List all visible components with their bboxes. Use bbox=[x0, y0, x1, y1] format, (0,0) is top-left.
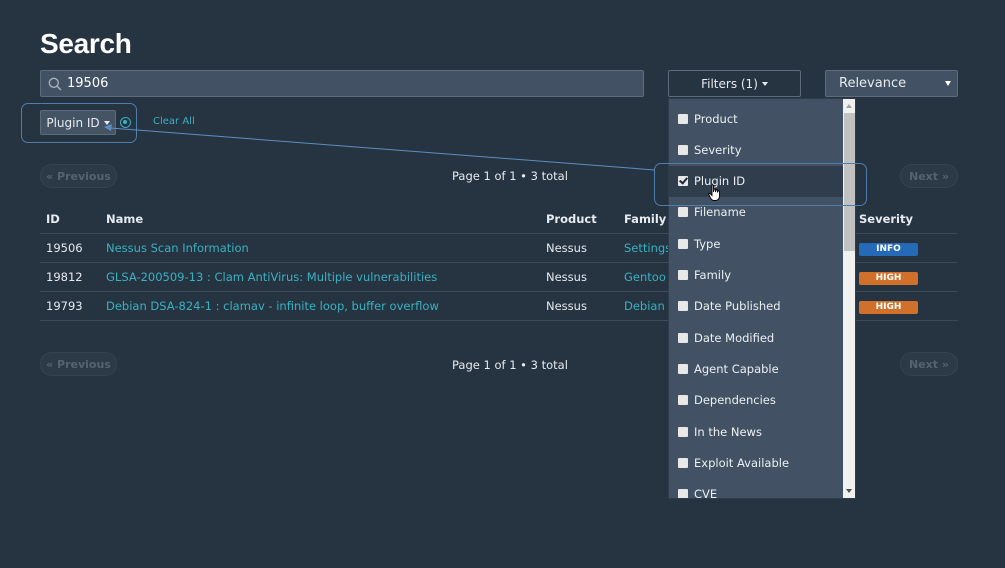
cell-severity: HIGH bbox=[853, 291, 958, 321]
filter-option-family[interactable]: Family bbox=[669, 260, 843, 291]
cell-id: 19793 bbox=[40, 291, 100, 321]
filter-option-label: Agent Capable bbox=[694, 361, 779, 376]
clear-all-link[interactable]: Clear All bbox=[153, 116, 195, 127]
filter-option-cve[interactable]: CVE bbox=[669, 479, 843, 499]
scroll-up-icon[interactable] bbox=[846, 104, 852, 108]
filter-option-date-published[interactable]: Date Published bbox=[669, 291, 843, 322]
filter-option-product[interactable]: Product bbox=[669, 103, 843, 134]
filter-checkbox[interactable] bbox=[678, 238, 688, 249]
filter-checkbox[interactable] bbox=[678, 457, 688, 468]
filter-option-label: Date Modified bbox=[694, 330, 775, 345]
filter-checkbox[interactable] bbox=[678, 207, 688, 218]
filter-option-date-modified[interactable]: Date Modified bbox=[669, 322, 843, 353]
chevron-down-icon bbox=[761, 81, 768, 86]
scroll-down-icon[interactable] bbox=[846, 489, 852, 493]
cell-id: 19506 bbox=[40, 233, 100, 263]
column-header-severity[interactable]: Severity bbox=[853, 205, 958, 234]
filter-menu-scrollbar[interactable] bbox=[843, 99, 855, 498]
page-info-bottom: Page 1 of 1 • 3 total bbox=[452, 358, 568, 372]
filter-checkbox[interactable] bbox=[678, 332, 688, 343]
cell-product: Nessus bbox=[540, 233, 618, 263]
page-info-top: Page 1 of 1 • 3 total bbox=[452, 169, 568, 183]
severity-badge: HIGH bbox=[859, 271, 918, 285]
filter-option-agent-capable[interactable]: Agent Capable bbox=[669, 353, 843, 384]
cell-product: Nessus bbox=[540, 262, 618, 292]
search-icon bbox=[48, 77, 62, 91]
filter-option-label: Date Published bbox=[694, 299, 781, 314]
filter-option-label: Severity bbox=[694, 142, 742, 157]
filter-checkbox[interactable] bbox=[678, 270, 688, 280]
hand-cursor-icon bbox=[708, 184, 722, 205]
annotation-line bbox=[109, 127, 656, 171]
filter-option-type[interactable]: Type bbox=[669, 228, 843, 259]
dropdown-arrow-icon bbox=[945, 81, 951, 86]
filter-option-label: Family bbox=[694, 268, 732, 282]
cell-name-link[interactable]: Nessus Scan Information bbox=[100, 233, 540, 263]
filter-option-dependencies[interactable]: Dependencies bbox=[669, 385, 843, 416]
cell-product: Nessus bbox=[540, 291, 618, 321]
filter-option-in-the-news[interactable]: In the News bbox=[669, 416, 843, 447]
page-title: Search bbox=[40, 28, 132, 59]
severity-badge: HIGH bbox=[859, 300, 918, 314]
active-filter-chip[interactable]: Plugin ID bbox=[40, 110, 116, 135]
filter-checkbox[interactable] bbox=[678, 113, 688, 124]
active-filter-label: Plugin ID bbox=[46, 115, 100, 130]
filter-option-label: Dependencies bbox=[694, 393, 776, 408]
remove-filter-icon[interactable] bbox=[120, 117, 131, 128]
filter-option-label: In the News bbox=[694, 424, 762, 439]
filter-option-label: CVE bbox=[694, 487, 718, 499]
column-header-id[interactable]: ID bbox=[40, 205, 100, 234]
search-input[interactable] bbox=[67, 76, 627, 91]
cell-severity: INFO bbox=[853, 233, 958, 263]
next-button-bottom[interactable]: Next » bbox=[900, 352, 958, 376]
filter-checkbox[interactable] bbox=[678, 363, 688, 374]
cell-name-link[interactable]: GLSA-200509-13 : Clam AntiVirus: Multipl… bbox=[100, 262, 540, 292]
filter-option-label: Filename bbox=[694, 205, 746, 220]
chevron-down-icon bbox=[103, 120, 110, 125]
cell-name-link[interactable]: Debian DSA-824-1 : clamav - infinite loo… bbox=[100, 291, 540, 321]
filter-option-exploit-available[interactable]: Exploit Available bbox=[669, 447, 843, 478]
column-header-product[interactable]: Product bbox=[540, 205, 618, 234]
cell-id: 19812 bbox=[40, 262, 100, 292]
filter-menu: Product Severity Plugin ID Filename Type Fami… bbox=[668, 98, 856, 499]
filter-option-plugin-id[interactable]: Plugin ID bbox=[669, 165, 843, 197]
filter-checkbox[interactable] bbox=[678, 144, 688, 155]
filter-checkbox[interactable] bbox=[678, 489, 688, 498]
filters-button-label: Filters (1) bbox=[701, 76, 758, 91]
filter-checkbox[interactable] bbox=[678, 176, 688, 187]
column-header-name[interactable]: Name bbox=[100, 205, 540, 234]
filters-dropdown-button[interactable]: Filters (1) bbox=[668, 70, 801, 97]
severity-badge: INFO bbox=[859, 242, 918, 256]
filter-option-label: Product bbox=[694, 111, 738, 126]
sort-selected-value: Relevance bbox=[839, 76, 907, 91]
filter-option-label: Exploit Available bbox=[694, 455, 790, 470]
filter-checkbox[interactable] bbox=[678, 426, 688, 437]
search-field[interactable] bbox=[40, 70, 644, 97]
filter-option-severity[interactable]: Severity bbox=[669, 134, 843, 165]
cell-severity: HIGH bbox=[853, 262, 958, 292]
sort-select[interactable]: Relevance bbox=[825, 70, 958, 97]
filter-checkbox[interactable] bbox=[678, 395, 688, 406]
filter-option-filename[interactable]: Filename bbox=[669, 197, 843, 228]
filter-checkbox[interactable] bbox=[678, 301, 688, 312]
filter-option-label: Type bbox=[694, 236, 721, 251]
previous-button-bottom[interactable]: « Previous bbox=[40, 352, 117, 376]
next-button-top[interactable]: Next » bbox=[900, 164, 958, 188]
scrollbar-thumb[interactable] bbox=[844, 113, 855, 251]
previous-button-top[interactable]: « Previous bbox=[40, 164, 117, 188]
